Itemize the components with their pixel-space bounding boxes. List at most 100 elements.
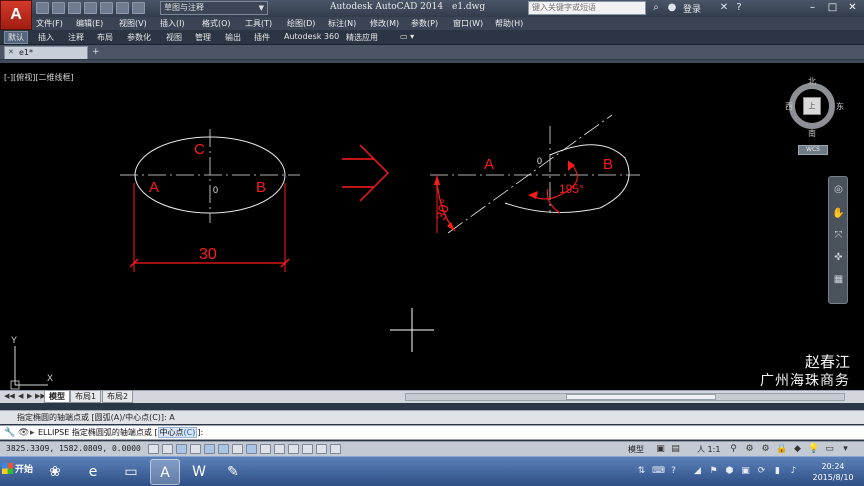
scrollbar-thumb[interactable] <box>566 394 716 400</box>
workspace-switching-icon[interactable]: ⚙ <box>760 444 771 455</box>
tray-help-icon[interactable]: ? <box>668 466 679 477</box>
print-icon[interactable] <box>100 2 113 14</box>
menu-window[interactable]: 窗口(W) <box>453 18 483 29</box>
menu-dimension[interactable]: 标注(N) <box>328 18 356 29</box>
ortho-mode-toggle[interactable] <box>190 444 201 454</box>
exchange-icon[interactable]: ✕ <box>718 2 730 14</box>
taskbar-autocad-icon[interactable]: A <box>150 459 180 485</box>
search-icon[interactable]: ⌕ <box>650 2 662 14</box>
redo-icon[interactable] <box>132 2 145 14</box>
taskbar-explorer-icon[interactable]: ▭ <box>116 459 146 485</box>
tab-layout[interactable]: 布局 <box>97 32 113 43</box>
tab-plugins[interactable]: 插件 <box>254 32 270 43</box>
workspace-select[interactable]: 草图与注释 ▼ <box>160 1 268 15</box>
tray-display-icon[interactable]: ▣ <box>740 466 751 477</box>
application-menu-button[interactable]: A <box>0 0 32 30</box>
viewcube[interactable]: 上 北 南 西 东 WCS <box>785 76 844 158</box>
taskbar-internet-explorer-icon[interactable]: e <box>78 459 108 485</box>
close-tab-icon[interactable]: ✕ <box>8 47 14 58</box>
coordinate-readout[interactable]: 3825.3309, 1582.0809, 0.0000 <box>6 444 141 453</box>
tab-insert[interactable]: 插入 <box>38 32 54 43</box>
eye-icon[interactable]: 👁 <box>18 427 29 440</box>
menu-edit[interactable]: 编辑(E) <box>76 18 103 29</box>
login-button[interactable]: 登录 <box>683 2 701 15</box>
command-option-center[interactable]: 中心点(C) <box>157 427 198 438</box>
selection-cycling-toggle[interactable] <box>330 444 341 454</box>
wrench-icon[interactable]: 🔧 <box>4 427 15 440</box>
ucs-toggle[interactable] <box>260 444 271 454</box>
orbit-icon[interactable]: ✜ <box>832 251 845 264</box>
lock-icon[interactable]: 🔒 <box>776 444 787 455</box>
document-tab-e1[interactable]: ✕ e1* <box>4 46 88 59</box>
maximize-button[interactable]: □ <box>826 1 839 14</box>
polar-tracking-toggle[interactable] <box>204 444 215 454</box>
menu-modify[interactable]: 修改(M) <box>370 18 399 29</box>
pan-icon[interactable]: ✋ <box>832 207 845 220</box>
tray-volume-icon[interactable]: ♪ <box>788 466 799 477</box>
tray-flag-icon[interactable]: ⚑ <box>708 466 719 477</box>
menu-format[interactable]: 格式(O) <box>202 18 231 29</box>
isolate-objects-icon[interactable]: 💡 <box>808 444 819 455</box>
infer-constraints-toggle[interactable] <box>148 444 159 454</box>
help-icon[interactable]: ? <box>733 2 745 14</box>
wcs-menu[interactable]: WCS <box>798 145 828 155</box>
tab-output[interactable]: 输出 <box>225 32 241 43</box>
quick-properties-toggle[interactable] <box>316 444 327 454</box>
quick-view-drawings-icon[interactable]: ▤ <box>670 444 681 455</box>
object-snap-toggle[interactable] <box>218 444 229 454</box>
system-clock[interactable]: 20:24 2015/8/10 <box>805 461 861 483</box>
tab-layout1[interactable]: 布局1 <box>70 391 102 403</box>
user-icon[interactable]: ● <box>666 2 678 14</box>
hardware-acceleration-icon[interactable]: ◆ <box>792 444 803 455</box>
next-layout-icon[interactable]: ▶ <box>27 392 32 400</box>
viewcube-top-face[interactable]: 上 <box>803 97 821 115</box>
compass-east[interactable]: 东 <box>836 101 844 112</box>
minimize-button[interactable]: – <box>806 1 819 14</box>
menu-tools[interactable]: 工具(T) <box>245 18 272 29</box>
snap-mode-toggle[interactable] <box>162 444 173 454</box>
start-button[interactable]: 开始 <box>2 462 33 475</box>
menu-help[interactable]: 帮助(H) <box>495 18 523 29</box>
tab-home[interactable]: 默认 <box>4 31 28 44</box>
zoom-extents-icon[interactable]: ⤧ <box>832 229 845 242</box>
horizontal-scrollbar[interactable] <box>405 393 845 401</box>
annotation-scale[interactable]: 人 1:1 <box>697 444 720 455</box>
auto-scale-icon[interactable]: ⚙ <box>744 444 755 455</box>
save-as-icon[interactable] <box>84 2 97 14</box>
tab-parametric[interactable]: 参数化 <box>127 32 151 43</box>
tab-annotate[interactable]: 注释 <box>68 32 84 43</box>
tray-network-icon[interactable]: ⇅ <box>636 466 647 477</box>
ribbon-toggle-icon[interactable]: ▭ ▾ <box>400 32 414 41</box>
tray-security-icon[interactable]: ⬢ <box>724 466 735 477</box>
3d-object-snap-toggle[interactable] <box>232 444 243 454</box>
compass-north[interactable]: 北 <box>808 76 816 87</box>
menu-parametric[interactable]: 参数(P) <box>411 18 438 29</box>
quick-view-layouts-icon[interactable]: ▣ <box>655 444 666 455</box>
drawing-canvas[interactable]: [-][俯视][二维线框] C A B 0 30 A B 0 30° 195° … <box>0 60 864 390</box>
command-line[interactable]: 🔧 👁 ▸ ELLIPSE 指定椭圆弧的轴端点或 [中心点(C)]: <box>0 425 864 440</box>
compass-south[interactable]: 南 <box>808 128 816 139</box>
taskbar-word-icon[interactable]: W <box>184 459 214 485</box>
customization-icon[interactable]: ▾ <box>840 444 851 455</box>
first-layout-icon[interactable]: ◀◀ <box>4 392 15 400</box>
menu-insert[interactable]: 插入(I) <box>160 18 185 29</box>
clean-screen-icon[interactable]: ▭ <box>824 444 835 455</box>
tray-sync-icon[interactable]: ⟳ <box>756 466 767 477</box>
model-space-button[interactable]: 模型 <box>628 444 644 455</box>
save-icon[interactable] <box>68 2 81 14</box>
search-input[interactable]: 键入关键字或短语 <box>528 1 646 15</box>
close-button[interactable]: ✕ <box>846 1 859 14</box>
menu-view[interactable]: 视图(V) <box>119 18 147 29</box>
prev-layout-icon[interactable]: ◀ <box>18 392 23 400</box>
taskbar-paint-icon[interactable]: ✎ <box>218 459 248 485</box>
tab-autodesk-360[interactable]: Autodesk 360 <box>284 32 339 41</box>
menu-file[interactable]: 文件(F) <box>36 18 63 29</box>
showmotion-icon[interactable]: ▦ <box>832 273 845 286</box>
steering-wheel-icon[interactable]: ◎ <box>832 183 845 196</box>
menu-draw[interactable]: 绘图(D) <box>287 18 315 29</box>
annotation-visibility-icon[interactable]: ⚲ <box>728 444 739 455</box>
lineweight-toggle[interactable] <box>288 444 299 454</box>
undo-icon[interactable] <box>116 2 129 14</box>
object-snap-tracking-toggle[interactable] <box>246 444 257 454</box>
tab-view[interactable]: 视图 <box>166 32 182 43</box>
